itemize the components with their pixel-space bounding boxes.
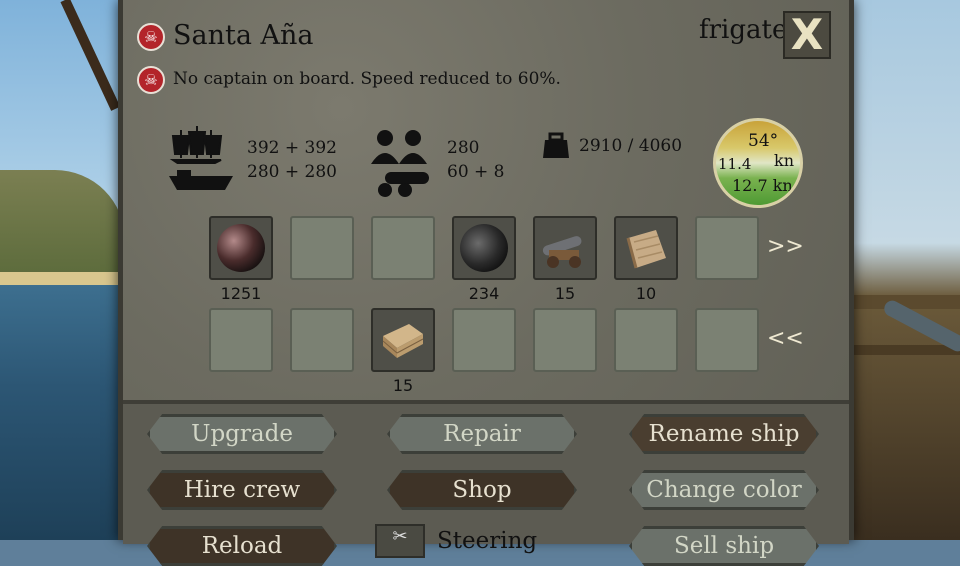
max-speed: 12.7 kn: [732, 176, 793, 195]
ship-panel: ☠ Santa Aña ☠ No captain on board. Speed…: [118, 0, 854, 566]
change-color-button[interactable]: Change color: [629, 470, 819, 510]
inventory-slot[interactable]: [371, 308, 435, 372]
close-button[interactable]: X: [783, 11, 831, 59]
sails-icon: [169, 126, 223, 164]
previous-page-button[interactable]: <<: [767, 326, 804, 351]
ship-name: Santa Aña: [173, 20, 314, 51]
inventory-slot[interactable]: [695, 216, 759, 280]
item-quantity: 1251: [220, 284, 262, 303]
wind-angle: 54°: [748, 131, 779, 151]
cargo-value: 2910 / 4060: [579, 136, 683, 156]
captain-notice: No captain on board. Speed reduced to 60…: [173, 69, 561, 89]
cargo-weight-icon: [543, 132, 569, 158]
inventory-slot[interactable]: [533, 308, 597, 372]
inventory-slot[interactable]: [533, 216, 597, 280]
hull-icon: [169, 170, 233, 190]
upgrade-button[interactable]: Upgrade: [147, 414, 337, 454]
current-speed: 11.4: [718, 155, 752, 173]
planks-icon: [382, 324, 424, 358]
hull-value: 280 + 280: [247, 162, 337, 182]
beach: [0, 272, 125, 286]
rename-ship-button[interactable]: Rename ship: [629, 414, 819, 454]
action-area: Upgrade Repair Rename ship Hire crew Sho…: [123, 400, 849, 566]
reload-button[interactable]: Reload: [147, 526, 337, 566]
crew-icon: [371, 130, 427, 164]
no-captain-icon: ☠: [137, 66, 165, 94]
cannon-icon: [542, 236, 582, 268]
item-quantity: 15: [392, 376, 414, 395]
inventory-slot[interactable]: [209, 216, 273, 280]
speed-unit: kn: [774, 151, 794, 170]
inventory-slot[interactable]: [290, 216, 354, 280]
shop-button[interactable]: Shop: [387, 470, 577, 510]
inventory-slot[interactable]: [695, 308, 759, 372]
sails-value: 392 + 392: [247, 138, 337, 158]
item-quantity: 15: [554, 284, 576, 303]
deck-rail: [842, 345, 960, 355]
skull-icon: ☠: [137, 23, 165, 51]
ship-deck: [842, 0, 960, 540]
crew-value: 280: [447, 138, 480, 158]
bomb-icon: [460, 224, 508, 272]
ship-type: frigate: [699, 15, 788, 45]
inventory-slot[interactable]: [209, 308, 273, 372]
hire-crew-button[interactable]: Hire crew: [147, 470, 337, 510]
inventory-slot[interactable]: [452, 308, 516, 372]
cloth-roll-icon: [626, 230, 666, 269]
item-quantity: 10: [635, 284, 657, 303]
inventory-slot[interactable]: [614, 216, 678, 280]
steering-label: Steering: [437, 528, 538, 554]
inventory-slot[interactable]: [452, 216, 516, 280]
cannonball-icon: [217, 224, 265, 272]
item-quantity: 234: [468, 284, 500, 303]
cannons-value: 60 + 8: [447, 162, 505, 182]
inventory-slot[interactable]: [371, 216, 435, 280]
inventory-slot[interactable]: [614, 308, 678, 372]
wind-compass: 54° 11.4 kn 12.7 kn: [713, 118, 803, 208]
repair-button[interactable]: Repair: [387, 414, 577, 454]
next-page-button[interactable]: >>: [767, 234, 804, 259]
inventory-slot[interactable]: [290, 308, 354, 372]
cannon-stat-icon: [378, 172, 429, 197]
steering-icon[interactable]: ✂: [375, 524, 425, 558]
sell-ship-button[interactable]: Sell ship: [629, 526, 819, 566]
